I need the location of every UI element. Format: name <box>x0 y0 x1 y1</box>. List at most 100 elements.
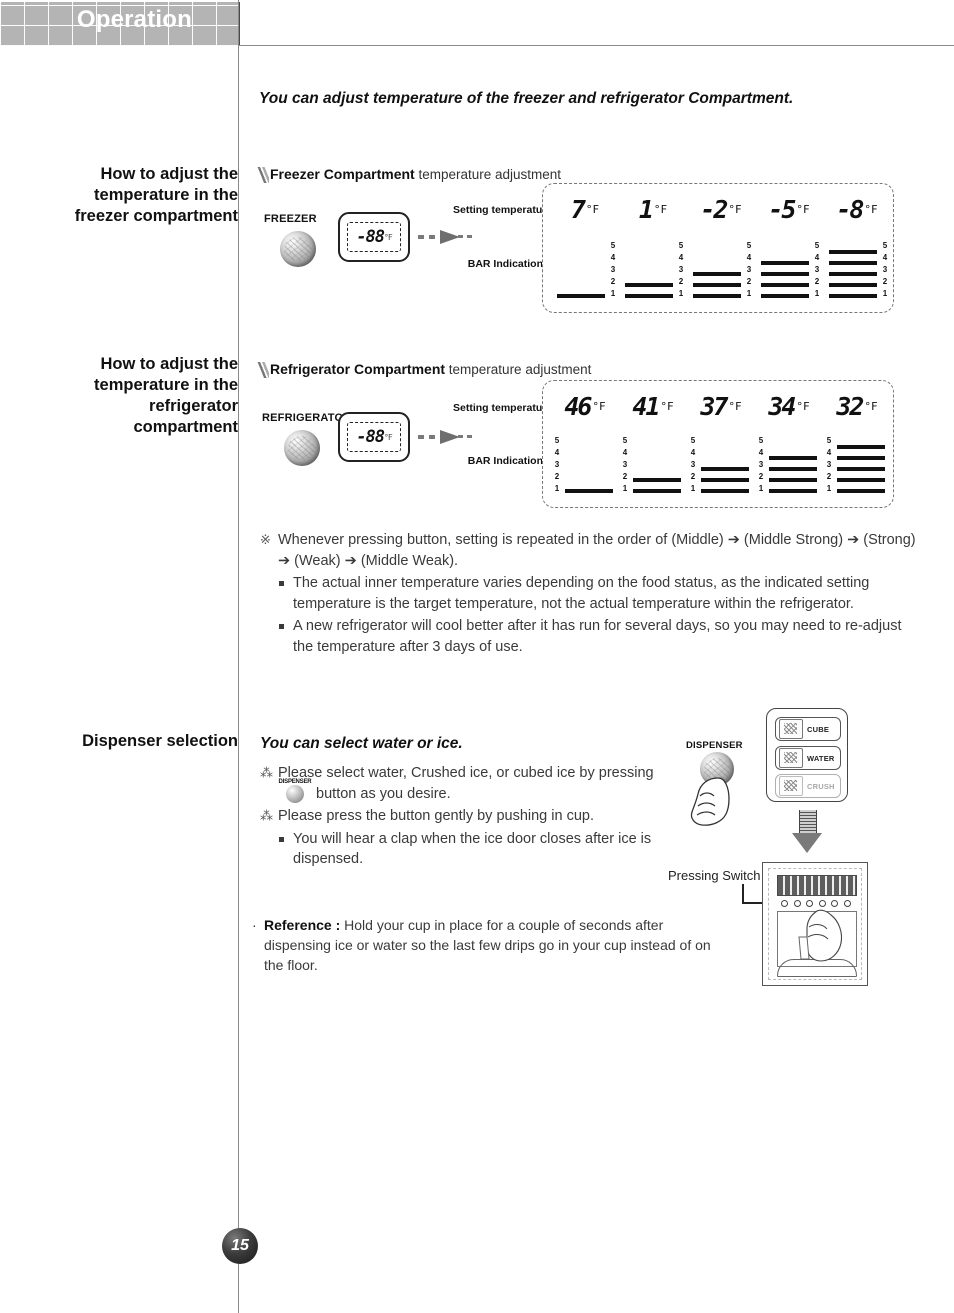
sub-note-1: The actual inner temperature varies depe… <box>260 573 920 614</box>
temp-step-value: -5 °F <box>768 195 810 224</box>
bullet-square-icon <box>279 624 284 629</box>
bar-indication-group: 5 4 3 2 1 <box>551 242 619 298</box>
bar-scale-label: 1 <box>622 484 628 493</box>
sidebar-heading-refrigerator: How to adjust the temperature in the ref… <box>94 355 238 436</box>
bar-stack <box>625 242 673 298</box>
temp-step-column: 1 °F 5 4 3 2 1 <box>619 184 687 312</box>
bar-scale-labels: 5 4 3 2 1 <box>743 242 755 298</box>
dispenser-note-2: ⁂ Please press the button gently by push… <box>260 806 680 827</box>
hand-with-cup-icon <box>798 909 843 962</box>
bar-scale-label: 2 <box>690 472 696 481</box>
temp-step-value: 41 °F <box>632 392 674 421</box>
freezer-label-bar-indication: BAR Indication <box>467 258 543 270</box>
bar-stack <box>557 242 605 298</box>
bar-scale-label: 3 <box>610 265 616 274</box>
temp-unit: °F <box>728 203 742 216</box>
down-arrow-icon <box>792 810 822 854</box>
caption-freezer-rest: temperature adjustment <box>414 167 562 182</box>
bar-scale-labels: 5 4 3 2 1 <box>607 242 619 298</box>
temp-unit: °F <box>592 400 606 413</box>
bar-stack <box>837 437 885 493</box>
temp-step-value: 46 °F <box>564 392 606 421</box>
slash-mark-icon <box>257 167 269 183</box>
bar-scale-label: 2 <box>826 472 832 481</box>
control-dot-icon <box>818 900 826 907</box>
bar-scale-labels: 5 4 3 2 1 <box>619 437 631 493</box>
bar-scale-label: 1 <box>610 289 616 298</box>
bar-indication-group: 5 4 3 2 1 <box>755 242 823 298</box>
cube-ice-icon <box>779 719 803 739</box>
dispenser-button-water[interactable]: WATER <box>775 746 841 770</box>
bar-segment <box>701 477 749 483</box>
bar-scale-label: 5 <box>610 241 616 250</box>
temp-unit: °F <box>864 203 878 216</box>
refrigerator-knob-icon[interactable] <box>284 430 320 466</box>
dispenser-note-1-part2: button as you desire. <box>316 785 451 802</box>
section-tab-operation: Operation <box>0 2 240 46</box>
dispenser-button-ball-icon <box>286 784 304 803</box>
bar-scale-label: 4 <box>826 448 832 457</box>
bar-scale-label: 1 <box>826 484 832 493</box>
dispenser-button-water-label: WATER <box>807 753 835 763</box>
freezer-flow-arrow-icon <box>418 230 476 244</box>
temp-step-value: 7 °F <box>570 195 600 224</box>
bar-scale-label: 2 <box>758 472 764 481</box>
temp-step-column: 46 °F 5 4 3 2 1 <box>551 381 619 507</box>
notes-block: ※ Whenever pressing button, setting is r… <box>260 530 920 657</box>
water-drop-icon <box>779 748 803 768</box>
bar-scale-label: 5 <box>678 241 684 250</box>
dispenser-button-inline-icon: DISPENSER <box>278 779 312 803</box>
temp-step-column: 41 °F 5 4 3 2 1 <box>619 381 687 507</box>
dispenser-button-cube[interactable]: CUBE <box>775 717 841 741</box>
freezer-mini-display: -88°F <box>338 212 410 262</box>
note-order: ※ Whenever pressing button, setting is r… <box>260 530 920 571</box>
freezer-knob-icon[interactable] <box>280 231 316 267</box>
bar-scale-label: 3 <box>882 265 888 274</box>
refrigerator-label-setting-temperature: Setting temperature <box>453 402 553 414</box>
bar-scale-label: 2 <box>814 277 820 286</box>
temp-step-value: -2 °F <box>700 195 742 224</box>
bar-indication-group: 5 4 3 2 1 <box>755 437 823 493</box>
temp-step-column: 37 °F 5 4 3 2 1 <box>687 381 755 507</box>
bar-stack <box>565 437 613 493</box>
reference-bullet-icon: · <box>252 917 257 933</box>
crushed-ice-icon <box>779 776 803 796</box>
bar-indication-group: 5 4 3 2 1 <box>619 437 687 493</box>
temp-step-value: 1 °F <box>638 195 668 224</box>
bar-scale-label: 4 <box>882 253 888 262</box>
bar-scale-label: 2 <box>746 277 752 286</box>
bar-segment <box>829 271 877 277</box>
leader-line-vertical <box>742 884 744 903</box>
bar-scale-label: 3 <box>746 265 752 274</box>
bar-stack <box>769 437 817 493</box>
bar-scale-label: 3 <box>758 460 764 469</box>
bar-segment <box>693 293 741 298</box>
refrigerator-mini-display: -88°F <box>338 412 410 462</box>
asterisk-icon: ⁂ <box>260 765 273 780</box>
control-dot-icon <box>843 900 851 907</box>
bar-scale-label: 3 <box>826 460 832 469</box>
bar-indication-group: 5 4 3 2 1 <box>823 437 891 493</box>
temp-step-column: -2 °F 5 4 3 2 1 <box>687 184 755 312</box>
bar-segment <box>837 477 885 483</box>
dispenser-note-1-part1: Please select water, Crushed ice, or cub… <box>278 765 654 781</box>
bar-scale-labels: 5 4 3 2 1 <box>675 242 687 298</box>
bar-scale-label: 1 <box>758 484 764 493</box>
dispenser-sub-note: You will hear a clap when the ice door c… <box>260 829 680 870</box>
display-strip-icon <box>777 875 857 896</box>
dispenser-button-pad: CUBE WATER CRUSH <box>766 708 848 802</box>
refrigerator-display-value: -88°F <box>356 427 392 447</box>
bar-segment <box>633 488 681 493</box>
note-order-text: Whenever pressing button, setting is rep… <box>278 532 916 569</box>
bar-scale-label: 5 <box>758 436 764 445</box>
bar-indication-group: 5 4 3 2 1 <box>687 437 755 493</box>
dispenser-button-crush-label: CRUSH <box>807 781 835 791</box>
bar-scale-labels: 5 4 3 2 1 <box>823 437 835 493</box>
dispenser-button-crush[interactable]: CRUSH <box>775 774 841 798</box>
content-column: You can adjust temperature of the freeze… <box>238 0 954 1313</box>
caption-freezer: Freezer Compartment temperature adjustme… <box>257 166 562 183</box>
asterisk-icon: ※ <box>260 532 271 547</box>
temp-step-column: -8 °F 5 4 3 2 1 <box>823 184 891 312</box>
temp-step-column: 34 °F 5 4 3 2 1 <box>755 381 823 507</box>
bullet-square-icon <box>279 581 284 586</box>
